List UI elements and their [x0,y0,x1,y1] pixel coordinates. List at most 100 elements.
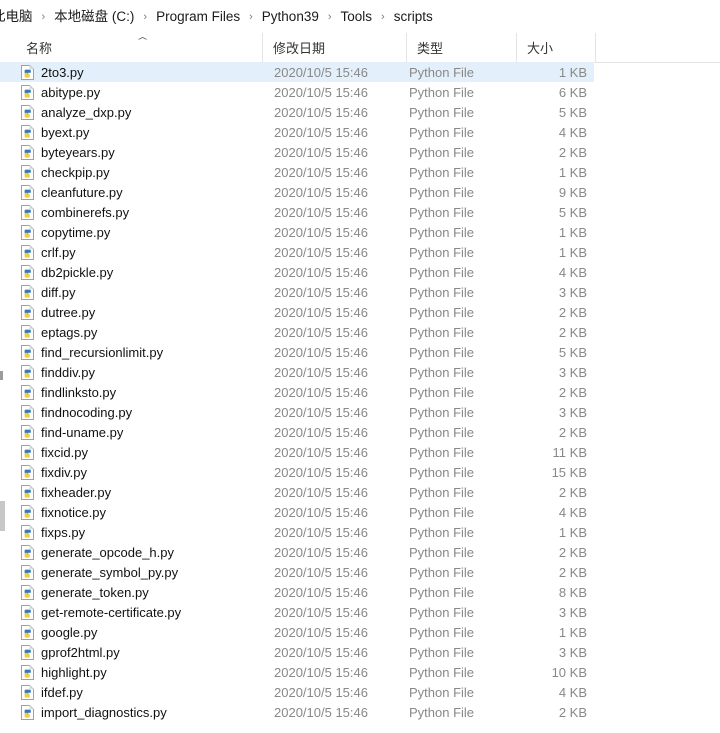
file-size-cell: 5 KB [558,104,587,120]
file-type-cell: Python File [409,344,475,360]
file-date-cell: 2020/10/5 15:46 [274,564,368,580]
file-name-cell[interactable]: highlight.py [21,662,107,682]
file-row[interactable]: import_diagnostics.py 2020/10/5 15:46 Pyth… [0,702,594,722]
file-name-cell[interactable]: dutree.py [21,302,95,322]
file-row[interactable]: dutree.py 2020/10/5 15:46 Python File 2 KB [0,302,594,322]
breadcrumb-item-4[interactable]: Python39 [259,7,322,27]
file-row[interactable]: fixheader.py 2020/10/5 15:46 Python File 2 … [0,482,594,502]
file-name-cell[interactable]: generate_opcode_h.py [21,542,174,562]
file-date-cell: 2020/10/5 15:46 [274,204,368,220]
file-row[interactable]: find_recursionlimit.py 2020/10/5 15:46 Pyt… [0,342,594,362]
python-file-icon [21,704,34,720]
file-size-cell: 9 KB [558,184,587,200]
window-scrollbar-thumb[interactable] [0,501,5,531]
file-name-cell[interactable]: generate_symbol_py.py [21,562,178,582]
file-row[interactable]: generate_token.py 2020/10/5 15:46 Python F… [0,582,594,602]
file-row[interactable]: fixcid.py 2020/10/5 15:46 Python File 11 KB [0,442,594,462]
file-row[interactable]: byext.py 2020/10/5 15:46 Python File 4 KB [0,122,594,142]
file-row[interactable]: highlight.py 2020/10/5 15:46 Python File 10… [0,662,594,682]
file-name-cell[interactable]: fixnotice.py [21,502,106,522]
file-row[interactable]: gprof2html.py 2020/10/5 15:46 Python File 3… [0,642,594,662]
breadcrumb-item-1[interactable]: 此电脑 [0,7,36,27]
file-row[interactable]: abitype.py 2020/10/5 15:46 Python File 6 KB [0,82,594,102]
file-date-cell: 2020/10/5 15:46 [274,344,368,360]
file-row[interactable]: byteyears.py 2020/10/5 15:46 Python File 2 … [0,142,594,162]
file-name-cell[interactable]: crlf.py [21,242,76,262]
file-type-cell: Python File [409,504,475,520]
file-row[interactable]: fixnotice.py 2020/10/5 15:46 Python File 4 … [0,502,594,522]
file-row[interactable]: fixps.py 2020/10/5 15:46 Python File 1 KB [0,522,594,542]
column-header-size[interactable]: 大小 [516,33,595,62]
file-size-cell: 10 KB [551,664,587,680]
file-list[interactable]: 2to3.py 2020/10/5 15:46 Python File 1 KB abi… [0,62,720,733]
python-file-icon [21,604,34,620]
file-row[interactable]: 2to3.py 2020/10/5 15:46 Python File 1 KB [0,62,594,82]
file-row[interactable]: find-uname.py 2020/10/5 15:46 Python File 2… [0,422,594,442]
file-name-cell[interactable]: 2to3.py [21,62,84,82]
file-name-cell[interactable]: finddiv.py [21,362,95,382]
file-name-cell[interactable]: findlinksto.py [21,382,116,402]
file-row[interactable]: diff.py 2020/10/5 15:46 Python File 3 KB [0,282,594,302]
file-row[interactable]: analyze_dxp.py 2020/10/5 15:46 Python File… [0,102,594,122]
file-name-cell[interactable]: eptags.py [21,322,97,342]
file-name-cell[interactable]: find-uname.py [21,422,123,442]
column-header-type[interactable]: 类型 [406,33,516,62]
file-name-cell[interactable]: findnocoding.py [21,402,132,422]
file-name-cell[interactable]: ifdef.py [21,682,83,702]
file-size-cell: 3 KB [558,364,587,380]
breadcrumb-item-2[interactable]: 本地磁盘 (C:) [51,7,137,27]
file-name-cell[interactable]: byteyears.py [21,142,115,162]
file-type-cell: Python File [409,184,475,200]
file-name-cell[interactable]: abitype.py [21,82,100,102]
file-row[interactable]: findnocoding.py 2020/10/5 15:46 Python Fil… [0,402,594,422]
file-row[interactable]: cleanfuture.py 2020/10/5 15:46 Python File… [0,182,594,202]
column-header-end-divider [595,33,597,62]
file-row[interactable]: checkpip.py 2020/10/5 15:46 Python File 1 K… [0,162,594,182]
file-row[interactable]: combinerefs.py 2020/10/5 15:46 Python File… [0,202,594,222]
file-type-cell: Python File [409,244,475,260]
file-name-cell[interactable]: diff.py [21,282,75,302]
file-name-cell[interactable]: fixheader.py [21,482,111,502]
file-type-cell: Python File [409,104,475,120]
breadcrumb-item-3[interactable]: Program Files [153,7,243,27]
file-name-cell[interactable]: checkpip.py [21,162,110,182]
file-row[interactable]: ifdef.py 2020/10/5 15:46 Python File 4 KB [0,682,594,702]
file-row[interactable]: generate_opcode_h.py 2020/10/5 15:46 Pytho… [0,542,594,562]
file-row[interactable]: crlf.py 2020/10/5 15:46 Python File 1 KB [0,242,594,262]
file-row[interactable]: copytime.py 2020/10/5 15:46 Python File 1 K… [0,222,594,242]
file-row[interactable]: db2pickle.py 2020/10/5 15:46 Python File 4 … [0,262,594,282]
file-name-cell[interactable]: generate_token.py [21,582,149,602]
file-row[interactable]: get-remote-certificate.py 2020/10/5 15:46… [0,602,594,622]
file-row[interactable]: eptags.py 2020/10/5 15:46 Python File 2 KB [0,322,594,342]
file-date-cell: 2020/10/5 15:46 [274,544,368,560]
file-row[interactable]: finddiv.py 2020/10/5 15:46 Python File 3 KB [0,362,594,382]
file-row[interactable]: fixdiv.py 2020/10/5 15:46 Python File 15 KB [0,462,594,482]
breadcrumb-item-5[interactable]: Tools [338,7,376,27]
file-name-cell[interactable]: copytime.py [21,222,110,242]
file-name-cell[interactable]: google.py [21,622,97,642]
file-name-cell[interactable]: import_diagnostics.py [21,702,167,722]
python-file-icon [21,64,34,80]
file-name-cell[interactable]: analyze_dxp.py [21,102,131,122]
file-name-label: highlight.py [41,664,107,680]
file-row[interactable]: findlinksto.py 2020/10/5 15:46 Python File… [0,382,594,402]
breadcrumb-item-6[interactable]: scripts [391,7,436,27]
file-name-cell[interactable]: get-remote-certificate.py [21,602,181,622]
file-type-cell: Python File [409,664,475,680]
file-name-label: copytime.py [41,224,111,240]
file-name-cell[interactable]: find_recursionlimit.py [21,342,163,362]
file-name-cell[interactable]: byext.py [21,122,89,142]
file-row[interactable]: google.py 2020/10/5 15:46 Python File 1 KB [0,622,594,642]
file-name-cell[interactable]: combinerefs.py [21,202,129,222]
file-type-cell: Python File [409,264,475,280]
file-name-cell[interactable]: gprof2html.py [21,642,120,662]
file-name-cell[interactable]: fixdiv.py [21,462,87,482]
file-name-cell[interactable]: fixcid.py [21,442,88,462]
file-name-cell[interactable]: cleanfuture.py [21,182,123,202]
column-header-type-label: 类型 [417,41,444,56]
file-name-cell[interactable]: fixps.py [21,522,85,542]
file-type-cell: Python File [409,564,475,580]
column-header-date[interactable]: 修改日期 [262,33,406,62]
file-name-cell[interactable]: db2pickle.py [21,262,113,282]
file-row[interactable]: generate_symbol_py.py 2020/10/5 15:46 Pyth… [0,562,594,582]
